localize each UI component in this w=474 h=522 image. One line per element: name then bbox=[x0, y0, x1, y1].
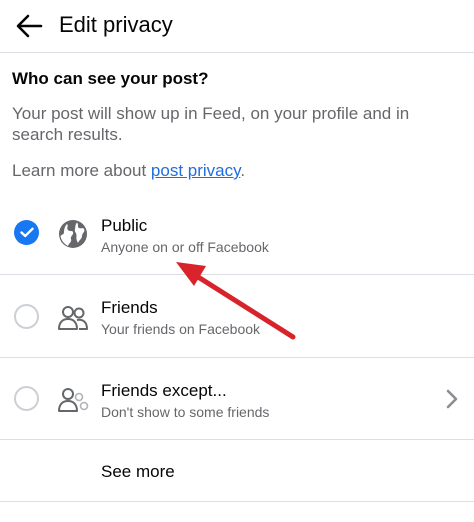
learn-more-text: Learn more about post privacy. bbox=[12, 160, 245, 182]
privacy-option-friends-except[interactable]: Friends except... Don't show to some fri… bbox=[0, 359, 474, 440]
checkmark-icon bbox=[19, 227, 34, 238]
see-more-button[interactable]: See more bbox=[0, 441, 474, 502]
privacy-option-public[interactable]: Public Anyone on or off Facebook bbox=[0, 193, 474, 275]
learn-more-suffix: . bbox=[240, 161, 246, 180]
option-subtitle: Don't show to some friends bbox=[101, 404, 270, 420]
privacy-option-friends[interactable]: Friends Your friends on Facebook bbox=[0, 276, 474, 358]
option-subtitle: Your friends on Facebook bbox=[101, 321, 261, 337]
option-label: Friends bbox=[101, 298, 158, 317]
section-heading: Who can see your post? bbox=[12, 69, 209, 88]
arrow-left-icon bbox=[16, 14, 43, 38]
header-bar: Edit privacy bbox=[0, 0, 474, 53]
radio-checked[interactable] bbox=[14, 220, 39, 245]
option-label: Friends except... bbox=[101, 381, 227, 400]
learn-more-prefix: Learn more about bbox=[12, 161, 151, 180]
radio-unchecked[interactable] bbox=[14, 304, 39, 329]
privacy-description: Your post will show up in Feed, on your … bbox=[12, 104, 410, 144]
post-privacy-link[interactable]: post privacy bbox=[151, 161, 240, 180]
globe-icon bbox=[57, 218, 89, 250]
see-more-label: See more bbox=[101, 462, 175, 481]
page-title: Edit privacy bbox=[59, 12, 173, 37]
friends-except-icon bbox=[57, 384, 89, 416]
option-label: Public bbox=[101, 216, 148, 235]
friends-icon bbox=[57, 302, 89, 334]
option-subtitle: Anyone on or off Facebook bbox=[101, 239, 269, 255]
edit-privacy-screen: Edit privacy Who can see your post? Your… bbox=[0, 0, 474, 522]
chevron-right-icon bbox=[442, 387, 462, 411]
back-button[interactable] bbox=[10, 7, 48, 45]
radio-unchecked[interactable] bbox=[14, 386, 39, 411]
